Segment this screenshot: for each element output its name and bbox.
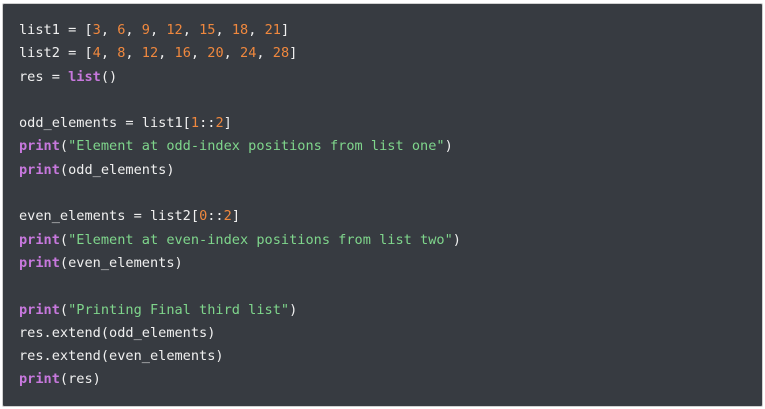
code-text: res.extend(even_elements) [19,348,224,365]
string-literal: "Element at even-index positions from li… [68,231,453,248]
code-text: list1 = [ [19,22,93,38]
code-text: :: [199,115,216,132]
number-literal: 4 [92,45,101,62]
number-literal: 2 [223,208,232,225]
code-text: (odd_elements) [59,161,175,178]
code-text: , [158,45,175,62]
code-line: list2 = [4, 8, 12, 16, 20, 24, 28] [19,42,762,65]
code-text: (even_elements) [59,254,183,271]
number-literal: 1 [190,115,200,132]
code-text: list2 = [ [19,45,93,62]
builtin-keyword: print [19,138,60,155]
code-text: :: [207,208,224,225]
code-text: , [215,22,232,38]
code-line: list1 = [3, 6, 9, 12, 15, 18, 21] [19,19,762,42]
builtin-keyword: print [19,231,60,248]
code-line: res.extend(even_elements) [19,345,762,368]
code-text: even_elements = list2[ [19,208,200,225]
code-line: res.extend(odd_elements) [19,322,762,345]
code-line: print(res) [19,368,762,391]
code-text: , [190,45,208,62]
code-text: , [182,22,200,38]
code-text: ] [280,22,290,38]
code-text: () [100,68,118,85]
code-line: print(even_elements) [19,252,762,275]
code-text: res.extend(odd_elements) [19,324,216,341]
code-line: print("Element at odd-index positions fr… [19,135,762,158]
code-line: print(odd_elements) [19,159,762,182]
code-text: (res) [59,371,101,388]
code-text: , [125,22,142,38]
number-literal: 20 [207,45,224,62]
code-line: even_elements = list2[0::2] [19,205,762,228]
string-literal: "Element at odd-index positions from lis… [68,138,445,155]
code-content: list1 = [3, 6, 9, 12, 15, 18, 21] list2 =… [3,4,762,392]
code-text: ( [59,301,69,318]
code-text: ] [289,45,298,62]
number-literal: 12 [141,45,159,62]
code-text: , [248,22,265,38]
code-line: print("Element at even-index positions f… [19,229,762,252]
number-literal: 21 [264,22,281,38]
code-text: ] [231,208,240,225]
code-line: print("Printing Final third list") [19,299,762,322]
code-text: ) [289,301,298,318]
builtin-keyword: print [19,254,60,271]
number-literal: 24 [240,45,257,62]
code-text: , [100,45,118,62]
builtin-keyword: list [68,68,101,85]
code-text: ) [452,231,461,248]
number-literal: 28 [272,45,290,62]
string-literal: "Printing Final third list" [68,301,290,318]
code-text: ) [444,138,453,155]
code-text: res = [19,68,69,85]
number-literal: 16 [174,45,191,62]
code-text: , [223,45,241,62]
number-literal: 2 [215,115,224,132]
code-text: ( [59,138,69,155]
code-text: ( [59,231,69,248]
code-text: , [256,45,273,62]
code-line: odd_elements = list1[1::2] [19,112,762,135]
number-literal: 15 [199,22,216,38]
number-literal: 12 [166,22,183,38]
builtin-keyword: print [19,371,60,388]
code-text: , [125,45,142,62]
number-literal: 18 [231,22,249,38]
builtin-keyword: print [19,301,60,318]
number-literal: 3 [92,22,101,38]
code-text: odd_elements = list1[ [19,115,191,132]
number-literal: 9 [141,22,150,38]
code-block: list1 = [3, 6, 9, 12, 15, 18, 21] list2 =… [2,3,763,407]
code-line: res = list() [19,66,762,89]
builtin-keyword: print [19,161,60,178]
code-text: ] [223,115,232,132]
code-text: , [149,22,167,38]
code-text: , [100,22,118,38]
